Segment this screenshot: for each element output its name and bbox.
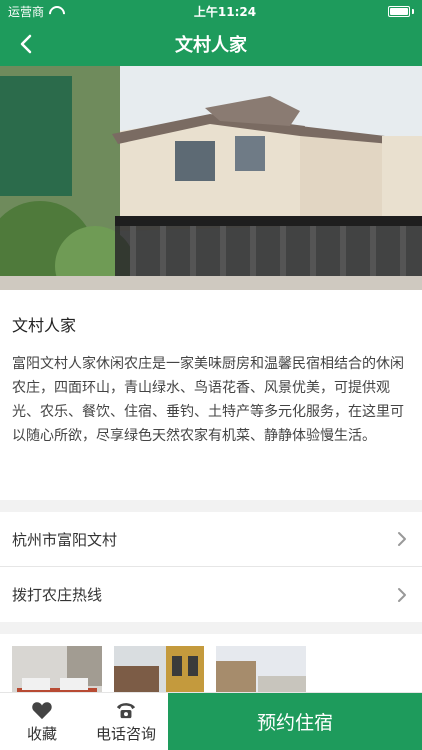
address-label: 杭州市富阳文村 [12, 530, 118, 549]
address-cell[interactable]: 杭州市富阳文村 [0, 512, 422, 567]
status-time: 上午11:24 [193, 4, 257, 19]
bottom-action-bar: 收藏 电话咨询 预约住宿 [0, 692, 422, 750]
info-list: 杭州市富阳文村 拨打农庄热线 [0, 512, 422, 622]
status-left: 运营商 [8, 3, 62, 20]
back-button[interactable] [14, 32, 38, 56]
wifi-icon [48, 6, 62, 16]
page-title: 文村人家 [175, 35, 247, 56]
chevron-right-icon [398, 587, 406, 602]
telephone-icon [116, 703, 136, 719]
status-bar: 运营商 上午11:24 [0, 0, 422, 22]
battery-icon [388, 5, 414, 17]
hero-image [0, 66, 422, 290]
chevron-right-icon [398, 532, 406, 546]
intro-description: 富阳文村人家休闲农庄是一家美味厨房和温馨民宿相结合的休闲农庄，四面环山，青山绿水… [12, 356, 404, 444]
favorite-button[interactable]: 收藏 [0, 693, 84, 750]
intro-card: 文村人家 富阳文村人家休闲农庄是一家美味厨房和温馨民宿相结合的休闲农庄，四面环山… [0, 290, 422, 500]
hotline-cell[interactable]: 拨打农庄热线 [0, 567, 422, 622]
phone-consult-button[interactable]: 电话咨询 [84, 693, 168, 750]
hotline-label: 拨打农庄热线 [12, 586, 103, 604]
favorite-label: 收藏 [26, 725, 57, 743]
top-bar: 运营商 上午11:24 文村人家 [0, 0, 422, 66]
navigation-bar: 文村人家 [0, 22, 422, 66]
phone-consult-label: 电话咨询 [95, 725, 156, 743]
heart-icon [32, 702, 52, 720]
intro-title: 文村人家 [12, 316, 77, 335]
carrier-label: 运营商 [8, 4, 45, 19]
reserve-button[interactable]: 预约住宿 [168, 693, 422, 750]
back-arrow-icon [20, 34, 32, 54]
